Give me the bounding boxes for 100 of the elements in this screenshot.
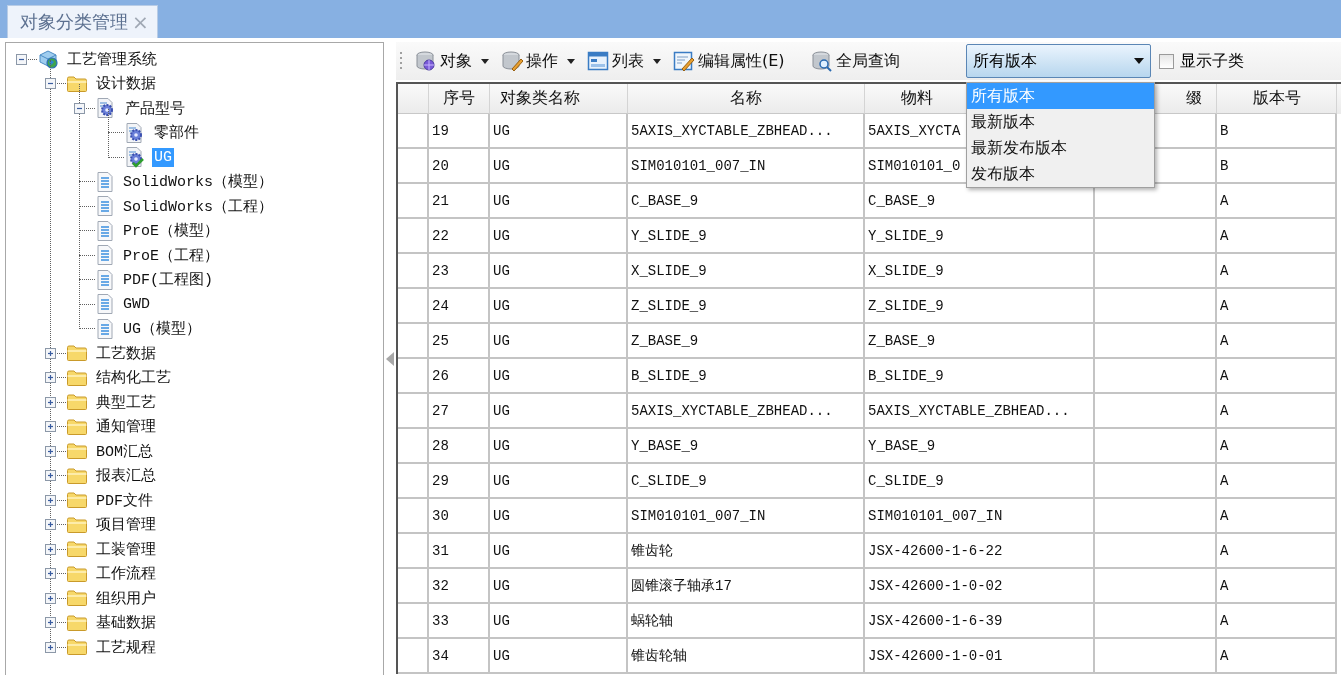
- table-cell: JSX-42600-1-6-39: [865, 604, 1095, 639]
- tree-item[interactable]: GWD: [121, 294, 152, 314]
- table-cell: C_BASE_9: [628, 184, 865, 219]
- menu-button[interactable]: 操作: [497, 48, 579, 74]
- tree-item[interactable]: ProE（模型）: [121, 220, 221, 242]
- tree-item[interactable]: 工艺管理系统: [65, 48, 159, 70]
- table-cell: SIM010101_007_IN: [628, 499, 865, 534]
- tree-item[interactable]: 基础数据: [94, 612, 158, 634]
- tree-item[interactable]: ProE（工程）: [121, 244, 221, 266]
- expand-icon[interactable]: [45, 347, 56, 359]
- table-cell: UG: [490, 114, 628, 149]
- dropdown-option[interactable]: 最新发布版本: [966, 135, 1154, 161]
- table-cell: A: [1217, 429, 1337, 464]
- tree-item[interactable]: 项目管理: [94, 514, 158, 536]
- row-header[interactable]: [398, 184, 429, 219]
- table-cell: UG: [490, 254, 628, 289]
- row-header[interactable]: [398, 534, 429, 569]
- expand-icon[interactable]: [45, 372, 56, 384]
- tree-item[interactable]: PDF(工程图): [121, 269, 215, 291]
- row-header[interactable]: [398, 429, 429, 464]
- column-header[interactable]: 缀: [1186, 88, 1202, 109]
- gear-document-check-icon: [124, 146, 146, 169]
- tree-item[interactable]: 报表汇总: [94, 465, 158, 487]
- tree-item[interactable]: 工艺规程: [94, 636, 158, 658]
- expand-icon[interactable]: [45, 617, 56, 629]
- table-cell: 24: [429, 289, 490, 324]
- tree-item[interactable]: 结构化工艺: [94, 367, 173, 389]
- row-header[interactable]: [398, 324, 429, 359]
- column-header[interactable]: 序号: [443, 88, 475, 109]
- expand-icon[interactable]: [45, 592, 56, 604]
- tree-item[interactable]: 组织用户: [94, 587, 158, 609]
- toolbar-button[interactable]: 全局查询: [806, 48, 904, 74]
- table-cell: UG: [490, 149, 628, 184]
- expand-icon[interactable]: [45, 396, 56, 408]
- table-cell: 25: [429, 324, 490, 359]
- expand-icon[interactable]: [45, 421, 56, 433]
- tree-item[interactable]: SolidWorks（工程）: [121, 195, 275, 217]
- expand-icon[interactable]: [45, 494, 56, 506]
- row-header[interactable]: [398, 639, 429, 674]
- column-header[interactable]: 物料: [901, 88, 933, 109]
- tree-item[interactable]: SolidWorks（模型）: [121, 171, 275, 193]
- grip-icon[interactable]: [400, 50, 403, 72]
- column-header[interactable]: 名称: [730, 88, 762, 109]
- tree-item[interactable]: PDF文件: [94, 489, 155, 511]
- column-header[interactable]: 对象类名称: [500, 88, 580, 109]
- row-header[interactable]: [398, 499, 429, 534]
- document-icon: [95, 219, 115, 242]
- menu-button[interactable]: 对象: [411, 48, 493, 74]
- folder-icon: [66, 393, 88, 412]
- collapse-icon[interactable]: [16, 53, 27, 65]
- expand-icon[interactable]: [45, 568, 56, 580]
- tab[interactable]: 对象分类管理 ×: [7, 5, 158, 38]
- expand-icon[interactable]: [45, 519, 56, 531]
- expand-icon[interactable]: [45, 543, 56, 555]
- expand-icon[interactable]: [45, 470, 56, 482]
- row-header[interactable]: [398, 149, 429, 184]
- row-header[interactable]: [398, 289, 429, 324]
- table-cell: 30: [429, 499, 490, 534]
- row-header[interactable]: [398, 569, 429, 604]
- column-header[interactable]: 版本号: [1252, 88, 1301, 109]
- folder-icon: [66, 540, 88, 559]
- collapse-icon[interactable]: [74, 102, 85, 114]
- checkbox[interactable]: [1158, 53, 1174, 69]
- row-header[interactable]: [398, 359, 429, 394]
- dropdown-option[interactable]: 发布版本: [966, 161, 1154, 187]
- table-cell: UG: [490, 359, 628, 394]
- tree-item[interactable]: 工装管理: [94, 538, 158, 560]
- folder-icon: [66, 589, 88, 608]
- expand-icon[interactable]: [45, 445, 56, 457]
- row-header[interactable]: [398, 114, 429, 149]
- version-dropdown[interactable]: 所有版本: [965, 44, 1151, 78]
- tree-item[interactable]: 典型工艺: [94, 391, 158, 413]
- tree-item[interactable]: 零部件: [152, 122, 201, 144]
- table-cell: A: [1217, 464, 1337, 499]
- table-cell: B_SLIDE_9: [865, 359, 1095, 394]
- table-cell: Z_BASE_9: [628, 324, 865, 359]
- database-search-icon: [810, 50, 833, 72]
- tree-item[interactable]: 产品型号: [123, 97, 187, 119]
- tree-item[interactable]: UG（模型）: [121, 318, 203, 340]
- toolbar-button[interactable]: 编辑属性(E): [669, 48, 789, 74]
- table-cell: 5AXIS_XYCTABLE_ZBHEAD...: [628, 394, 865, 429]
- tree-item[interactable]: 通知管理: [94, 416, 158, 438]
- collapse-icon[interactable]: [45, 78, 56, 90]
- row-header[interactable]: [398, 254, 429, 289]
- document-icon: [95, 293, 115, 316]
- table-cell: Y_SLIDE_9: [628, 219, 865, 254]
- dropdown-option[interactable]: 最新版本: [966, 109, 1154, 135]
- tree-item[interactable]: 工作流程: [94, 563, 158, 585]
- row-header[interactable]: [398, 219, 429, 254]
- expand-icon[interactable]: [45, 641, 56, 653]
- row-header[interactable]: [398, 604, 429, 639]
- row-header[interactable]: [398, 394, 429, 429]
- row-header[interactable]: [398, 464, 429, 499]
- menu-button[interactable]: 列表: [583, 48, 665, 74]
- folder-icon: [66, 442, 88, 461]
- table-cell: UG: [490, 184, 628, 219]
- collapse-arrow-icon[interactable]: [386, 351, 394, 366]
- tree-item[interactable]: 工艺数据: [94, 342, 158, 364]
- tree-item[interactable]: 设计数据: [94, 73, 158, 95]
- tree-item[interactable]: BOM汇总: [94, 440, 155, 462]
